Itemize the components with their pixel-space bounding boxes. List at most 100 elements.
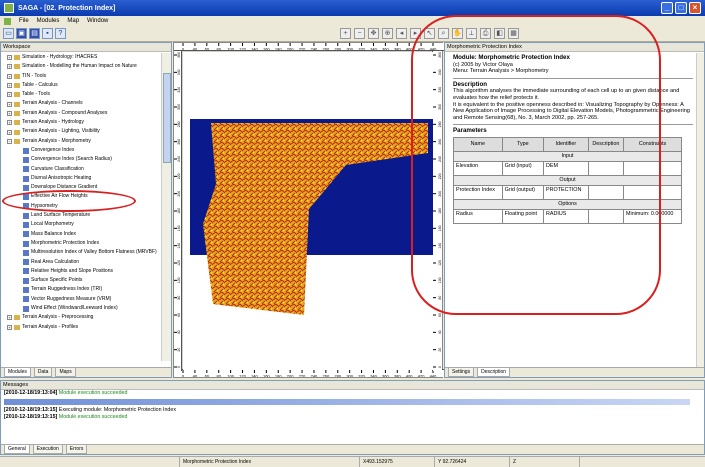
tree-item-label: Multiresolution Index of Valley Bottom F… — [31, 249, 157, 256]
zoom-full-icon[interactable]: ⊕ — [382, 28, 393, 39]
tree-scrollbar[interactable] — [161, 53, 171, 361]
ruler-tick-label: 80 — [177, 296, 181, 300]
expand-icon[interactable]: + — [7, 110, 12, 116]
menu-map[interactable]: Map — [67, 18, 79, 24]
tree-module[interactable]: Convergence Index (Search Radius) — [1, 155, 161, 164]
help-icon[interactable]: ? — [55, 28, 66, 39]
ruler-tick-label: 0 — [182, 47, 185, 52]
ruler-tick-label: 220 — [299, 374, 306, 378]
expand-icon[interactable]: + — [7, 92, 12, 98]
module-icon — [23, 240, 29, 247]
menu-window[interactable]: Window — [87, 18, 108, 24]
ruler-tick-label: 60 — [205, 374, 210, 378]
tree-item-label: Terrain Analysis - Profiles — [22, 323, 79, 330]
ruler-tick-label: 360 — [382, 374, 389, 378]
tab-data[interactable]: Data — [33, 368, 53, 377]
tree-folder[interactable]: + Table - Calculus — [1, 81, 161, 90]
zoom-in-icon[interactable]: + — [340, 28, 351, 39]
ruler-tick-label: 240 — [311, 47, 318, 52]
tree-module[interactable]: Terrain Ruggedness Index (TRI) — [1, 285, 161, 294]
ruler-tick-label: 0 — [438, 366, 442, 368]
tab-description[interactable]: Description — [477, 368, 511, 377]
tree-folder[interactable]: + Terrain Analysis - Preprocessing — [1, 313, 161, 322]
open-icon[interactable]: ▭ — [3, 28, 14, 39]
pan-icon[interactable]: ✥ — [368, 28, 379, 39]
tree-module[interactable]: Convergence Index — [1, 146, 161, 155]
tree-module[interactable]: Morphometric Protection Index — [1, 239, 161, 248]
tree-folder[interactable]: + TIN - Tools — [1, 72, 161, 81]
tree-folder[interactable]: + Terrain Analysis - Hydrology — [1, 118, 161, 127]
tree-item-label: Surface Specific Points — [31, 277, 83, 284]
expand-icon[interactable]: + — [7, 73, 12, 79]
tree-item-label: Terrain Ruggedness Index (TRI) — [31, 286, 103, 293]
menu-file[interactable]: File — [19, 18, 29, 24]
ruler-tick-label: 300 — [346, 374, 353, 378]
ruler-tick-label: 160 — [263, 47, 270, 52]
zoom-out-icon[interactable]: − — [354, 28, 365, 39]
tree-module[interactable]: Local Morphometry — [1, 220, 161, 229]
tree-folder[interactable]: − Terrain Analysis - Morphometry — [1, 137, 161, 146]
message-line: [2010-12-18/19:13:15] Executing module: … — [4, 407, 176, 413]
tree-module[interactable]: Land Surface Temperature — [1, 211, 161, 220]
tree-folder[interactable]: + Terrain Analysis - Profiles — [1, 323, 161, 332]
tree-module[interactable]: Wind Effect (Windward/Leeward Index) — [1, 304, 161, 313]
expand-icon[interactable]: + — [7, 101, 12, 107]
tree-module[interactable]: Surface Specific Points — [1, 276, 161, 285]
minimize-button[interactable]: _ — [661, 2, 673, 14]
expand-icon[interactable]: + — [7, 324, 12, 330]
close-button[interactable]: × — [689, 2, 701, 14]
expand-icon[interactable]: − — [7, 138, 12, 144]
tree-item-label: Convergence Index (Search Radius) — [31, 156, 112, 163]
ruler-tick-label: 200 — [177, 191, 181, 197]
messages-panel-title: Messages — [1, 381, 704, 390]
prev-extent-icon[interactable]: ◂ — [396, 28, 407, 39]
tab-modules[interactable]: Modules — [4, 368, 31, 377]
ruler-tick-label: 40 — [193, 47, 198, 52]
document-icon — [4, 17, 11, 25]
expand-icon[interactable]: + — [7, 55, 12, 61]
module-icon — [23, 268, 29, 275]
top-ruler: 0 40 60 80 100 120 140 160 180 200 220 240 260 280 300… — [174, 43, 444, 51]
ruler-tick-label: 220 — [299, 47, 306, 52]
save-icon[interactable]: ▪ — [42, 28, 53, 39]
description-scrollbar[interactable] — [696, 53, 704, 369]
object-properties-icon[interactable]: ▤ — [29, 28, 40, 39]
tree-module[interactable]: Curvature Classification — [1, 165, 161, 174]
tree-item-label: Terrain Analysis - Preprocessing — [22, 314, 94, 321]
tree-module[interactable]: Multiresolution Index of Valley Bottom F… — [1, 248, 161, 257]
tab-errors[interactable]: Errors — [65, 445, 88, 454]
tab-settings[interactable]: Settings — [448, 368, 475, 377]
tab-general[interactable]: General — [4, 445, 30, 454]
protection-index-raster — [190, 119, 433, 315]
tree-folder[interactable]: + Terrain Analysis - Lighting, Visibility — [1, 127, 161, 136]
map-canvas[interactable] — [183, 52, 433, 370]
expand-icon[interactable]: + — [7, 64, 12, 70]
ruler-tick-label: 180 — [275, 47, 282, 52]
tab-maps[interactable]: Maps — [55, 368, 76, 377]
ruler-tick-label: 380 — [394, 374, 401, 378]
module-icon — [23, 287, 29, 294]
tree-item-label: Local Morphometry — [31, 221, 74, 228]
menu-modules[interactable]: Modules — [37, 18, 60, 24]
expand-icon[interactable]: + — [7, 129, 12, 135]
ruler-tick-label: 360 — [177, 52, 181, 58]
tree-folder[interactable]: + Table - Tools — [1, 90, 161, 99]
tree-folder[interactable]: + Terrain Analysis - Compound Analyses — [1, 109, 161, 118]
tree-folder[interactable]: + Simulation - Hydrology: IHACRES — [1, 53, 161, 62]
expand-icon[interactable]: + — [7, 83, 12, 89]
tree-module[interactable]: Mass Balance Index — [1, 230, 161, 239]
maximize-button[interactable]: □ — [675, 2, 687, 14]
workspace-icon[interactable]: ▣ — [16, 28, 27, 39]
expand-icon[interactable]: + — [7, 315, 12, 321]
tree-module[interactable]: Relative Heights and Slope Positions — [1, 267, 161, 276]
tree-module[interactable]: Real Area Calculation — [1, 258, 161, 267]
messages-panel: Messages [2010-12-18/19:13:04] Module ex… — [0, 380, 705, 455]
tree-folder[interactable]: + Terrain Analysis - Channels — [1, 99, 161, 108]
tree-module[interactable]: Diurnal Anisotropic Heating — [1, 174, 161, 183]
ruler-tick-label: 0 — [182, 374, 185, 378]
expand-icon[interactable]: + — [7, 120, 12, 126]
tree-module[interactable]: Vector Ruggedness Measure (VRM) — [1, 295, 161, 304]
tree-folder[interactable]: + Simulation - Modelling the Human Impact… — [1, 62, 161, 71]
ruler-tick-label: 140 — [177, 243, 181, 249]
tab-execution[interactable]: Execution — [32, 445, 63, 454]
